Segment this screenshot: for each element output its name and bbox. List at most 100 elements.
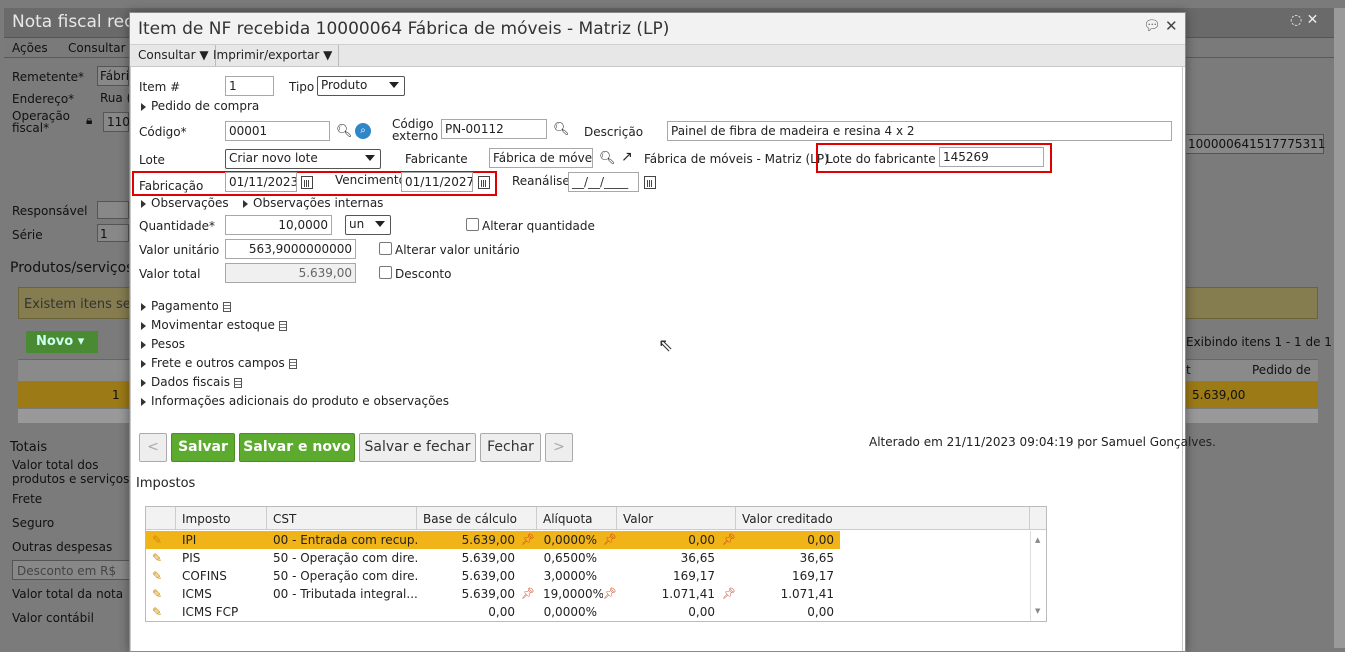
valor-unitario-field[interactable]: 563,9000000000 [225, 239, 356, 259]
cell-imposto: IPI [182, 533, 197, 547]
col-base[interactable]: Base de cálculo [417, 507, 537, 530]
section-movimentar-estoque[interactable]: Movimentar estoque [141, 318, 287, 332]
salvar-button[interactable]: Salvar [171, 433, 235, 462]
alterar-valor-unitario-checkbox[interactable] [379, 242, 392, 255]
modal-header: Item de NF recebida 10000064 Fábrica de … [130, 13, 1185, 45]
bg-title: Nota fiscal rec [12, 12, 134, 32]
table-row[interactable]: ✎ ICMS 00 - Tributada integral... 5.639,… [146, 585, 1030, 603]
cell-cst [267, 603, 417, 621]
tipo-select[interactable]: Produto [317, 76, 405, 96]
search-icon[interactable]: 🔍︎ [599, 152, 616, 166]
pedido-compra-toggle[interactable]: Pedido de compra [141, 99, 259, 113]
col-imposto[interactable]: Imposto [176, 507, 267, 530]
document-icon [222, 301, 231, 312]
lote-select[interactable]: Criar novo lote [225, 149, 381, 169]
observacoes-internas-toggle[interactable]: Observações internas [243, 196, 383, 210]
cell-base: 0,00 [488, 605, 515, 619]
col-aliquota[interactable]: Alíquota [537, 507, 617, 530]
imprimir-menu[interactable]: Imprimir/exportar ▼ [207, 45, 340, 66]
section-informacoes[interactable]: Informações adicionais do produto e obse… [141, 394, 449, 408]
salvar-fechar-button[interactable]: Salvar e fechar [359, 433, 476, 462]
table-row[interactable]: ✎ PIS 50 - Operação com dire... 5.639,00… [146, 549, 1030, 567]
calendar-icon[interactable] [644, 176, 656, 189]
fabricacao-label: Fabricação [139, 179, 204, 193]
altered-text: Alterado em 21/11/2023 09:04:19 por Samu… [869, 435, 1216, 449]
pencil-icon[interactable]: ✎ [146, 531, 176, 549]
col-valor-creditado[interactable]: Valor creditado [736, 507, 1030, 530]
consultar-menu[interactable]: Consultar ▼ [132, 45, 216, 66]
section-pagamento[interactable]: Pagamento [141, 299, 231, 313]
desconto-label: Desconto [395, 267, 452, 281]
pencil-icon[interactable]: ✎ [146, 603, 176, 621]
bg-novo-label: Novo [36, 334, 74, 349]
section-dados-fiscais[interactable]: Dados fiscais [141, 375, 242, 389]
cell-base: 5.639,00 [461, 533, 515, 547]
lote-label: Lote [139, 153, 165, 167]
bg-responsavel-label: Responsável [12, 204, 88, 218]
lookup-globe-icon[interactable]: ⌕ [355, 123, 371, 139]
pencil-icon[interactable]: ✎ [146, 567, 176, 585]
codigo-externo-field[interactable]: PN-00112 [441, 119, 547, 139]
codigo-field[interactable]: 00001 [225, 121, 330, 141]
fabricacao-field[interactable]: 01/11/2023 [225, 172, 297, 192]
calendar-icon[interactable] [478, 176, 490, 189]
external-link-icon[interactable]: ↗ [621, 150, 633, 164]
search-icon[interactable]: 🔍︎ [553, 123, 570, 137]
alterar-quantidade-checkbox[interactable] [466, 218, 479, 231]
item-field[interactable]: 1 [225, 76, 274, 96]
bg-desconto-value: Desconto em R$ [17, 564, 117, 578]
scroll-down-icon[interactable]: ▼ [1035, 607, 1040, 615]
pin-icon[interactable]: 📌︎ [720, 531, 736, 549]
bg-frete-label: Frete [12, 492, 43, 506]
bg-chat-icon[interactable]: ◌ ✕ [1290, 12, 1318, 28]
chat-icon[interactable]: 💬︎ [1143, 18, 1161, 34]
section-movimentar-label: Movimentar estoque [151, 318, 275, 332]
descricao-field[interactable]: Painel de fibra de madeira e resina 4 x … [667, 121, 1172, 141]
table-row[interactable]: ✎ IPI 00 - Entrada com recup... 5.639,00… [146, 531, 1030, 549]
pin-icon[interactable]: 📌︎ [601, 531, 617, 549]
next-button[interactable]: > [545, 433, 573, 462]
desconto-checkbox[interactable] [379, 266, 392, 279]
table-vscrollbar[interactable]: ▲ ▼ [1030, 531, 1046, 621]
section-pesos[interactable]: Pesos [141, 337, 185, 351]
pencil-icon[interactable]: ✎ [146, 585, 176, 603]
bg-novo-button[interactable]: Novo ▾ [26, 331, 98, 353]
quantidade-field[interactable]: 10,0000 [225, 215, 332, 235]
fechar-button[interactable]: Fechar [480, 433, 541, 462]
cell-creditado: 0,00 [807, 605, 834, 619]
bg-vscrollbar[interactable] [1334, 8, 1345, 648]
table-row[interactable]: ✎ COFINS 50 - Operação com dire... 5.639… [146, 567, 1030, 585]
scroll-up-icon[interactable]: ▲ [1035, 536, 1040, 544]
prev-button[interactable]: < [139, 433, 167, 462]
unidade-select[interactable]: un [345, 215, 391, 235]
vencimento-field[interactable]: 01/11/2027 [401, 172, 473, 192]
section-frete[interactable]: Frete e outros campos [141, 356, 297, 370]
table-row[interactable]: ✎ ICMS FCP 0,00 0,0000% 0,00 0,00 [146, 603, 1030, 621]
valor-total-field: 5.639,00 [225, 263, 356, 283]
search-icon[interactable]: 🔍︎ [336, 125, 353, 139]
pin-icon[interactable]: 📌︎ [601, 585, 617, 603]
fabricante-field[interactable]: Fábrica de móveis [489, 148, 593, 168]
expand-arrow-icon [141, 302, 146, 311]
lote-fabricante-field[interactable]: 145269 [939, 147, 1044, 167]
reanalise-field[interactable]: __/__/____ [568, 172, 639, 192]
col-valor[interactable]: Valor [617, 507, 736, 530]
salvar-novo-button[interactable]: Salvar e novo [239, 433, 355, 462]
expand-arrow-icon [243, 199, 248, 208]
calendar-icon[interactable] [301, 176, 313, 189]
pin-icon[interactable]: 📌︎ [519, 531, 537, 549]
pin-icon[interactable]: 📌︎ [519, 585, 537, 603]
bg-menu-acoes[interactable]: Ações [12, 41, 48, 55]
bg-operacao-value: 110 [107, 115, 130, 129]
pin-icon[interactable]: 📌︎ [720, 585, 736, 603]
close-icon[interactable]: ✕ [1165, 17, 1178, 35]
chevron-down-icon [375, 221, 385, 227]
observacoes-toggle[interactable]: Observações [141, 196, 229, 210]
pencil-icon[interactable]: ✎ [146, 549, 176, 567]
fabricante-link[interactable]: Fábrica de móveis - Matriz (LP) [644, 152, 829, 166]
bg-menu-consultar[interactable]: Consultar [68, 41, 126, 55]
consultar-label: Consultar [138, 48, 196, 62]
cell-aliquota: 0,0000% [543, 605, 597, 619]
bg-responsavel-field[interactable] [97, 201, 129, 219]
col-cst[interactable]: CST [267, 507, 417, 530]
